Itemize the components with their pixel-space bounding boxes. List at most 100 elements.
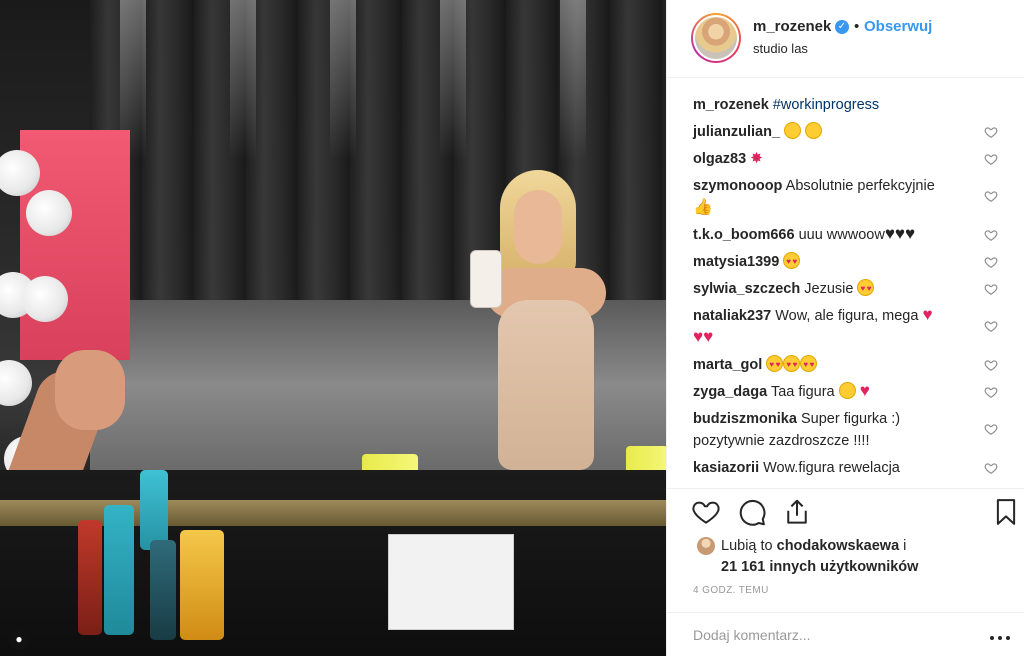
heart-eyes-emoji-icon bbox=[766, 355, 784, 373]
tagged-user-icon[interactable]: ● bbox=[8, 628, 30, 650]
comment-row: julianzulian_ bbox=[693, 121, 998, 143]
speech-bubble-icon[interactable] bbox=[737, 497, 767, 527]
comment-row: sylwia_szczech Jezusie bbox=[693, 278, 998, 300]
sparkling-heart-emoji-icon: ♥ bbox=[693, 327, 704, 346]
red-heart-emoji-icon: ♥ bbox=[859, 381, 870, 400]
photo-box bbox=[388, 534, 514, 630]
comment-like-heart-icon[interactable] bbox=[984, 152, 998, 166]
photo-bottle bbox=[104, 505, 134, 635]
comment-username[interactable]: nataliak237 bbox=[693, 308, 771, 324]
photo-person bbox=[486, 170, 616, 490]
comment-text: Wow.figura rewelacja bbox=[763, 460, 900, 476]
comment-text: Wow, ale figura, mega bbox=[775, 308, 919, 324]
comment-text: Taa figura bbox=[770, 384, 835, 400]
photo-spotlight bbox=[330, 0, 356, 160]
photo-bulb bbox=[26, 190, 72, 236]
heart-outline-icon[interactable] bbox=[691, 497, 721, 527]
bookmark-icon[interactable] bbox=[991, 497, 1021, 527]
grinning-emoji-icon bbox=[838, 382, 856, 399]
comment-text: uuu wwwoow bbox=[798, 227, 885, 243]
heart-eyes-emoji-icon bbox=[783, 355, 801, 373]
comment-like-heart-icon[interactable] bbox=[984, 385, 998, 399]
comment-row: t.k.o_boom666 uuu wwwoow♥♥♥ bbox=[693, 224, 998, 246]
comment-input[interactable] bbox=[693, 627, 973, 643]
add-comment-bar bbox=[667, 612, 1024, 656]
comment-like-heart-icon[interactable] bbox=[984, 422, 998, 436]
collision-emoji-icon: ✸ bbox=[750, 150, 763, 167]
photo-dress bbox=[498, 300, 594, 470]
comment-like-heart-icon[interactable] bbox=[984, 358, 998, 372]
comment-row: nataliak237 Wow, ale figura, mega ♥ ♥♥ bbox=[693, 305, 998, 349]
comment-username[interactable]: julianzulian_ bbox=[693, 124, 780, 140]
comment-like-heart-icon[interactable] bbox=[984, 319, 998, 333]
comment-username[interactable]: zyga_daga bbox=[693, 384, 767, 400]
photo-bottle bbox=[150, 540, 176, 640]
post-photo[interactable]: ● bbox=[0, 0, 666, 656]
laughing-emoji-icon bbox=[784, 122, 802, 139]
liker-avatar[interactable] bbox=[697, 537, 715, 555]
comment-like-heart-icon[interactable] bbox=[984, 228, 998, 242]
comment-like-heart-icon[interactable] bbox=[984, 282, 998, 296]
comment-username[interactable]: budziszmonika bbox=[693, 411, 797, 427]
laughing-emoji-icon bbox=[805, 122, 823, 139]
post-location[interactable]: studio las bbox=[753, 41, 808, 56]
comment-like-heart-icon[interactable] bbox=[984, 125, 998, 139]
comment-row: zyga_daga Taa figura ♥ bbox=[693, 381, 998, 403]
heart-eyes-emoji-icon bbox=[800, 355, 818, 373]
likes-prefix: Lubią to bbox=[721, 538, 773, 554]
black-heart-emoji-icon: ♥ bbox=[884, 224, 895, 243]
sparkling-heart-emoji-icon: ♥ bbox=[703, 327, 714, 346]
comment-username[interactable]: sylwia_szczech bbox=[693, 281, 800, 297]
black-heart-emoji-icon: ♥ bbox=[905, 224, 916, 243]
comment-row: kasiazorii Wow.figura rewelacja bbox=[693, 457, 998, 479]
share-arrow-icon[interactable] bbox=[782, 497, 812, 527]
comment-like-heart-icon[interactable] bbox=[984, 255, 998, 269]
comment-username[interactable]: kasiazorii bbox=[693, 460, 759, 476]
comment-row: budziszmonika Super figurka :) pozytywni… bbox=[693, 408, 998, 452]
caption-username[interactable]: m_rozenek bbox=[693, 97, 769, 113]
photo-face bbox=[514, 190, 562, 264]
heart-eyes-emoji-icon bbox=[857, 279, 875, 297]
photo-phone bbox=[470, 250, 502, 308]
likes-conjunction: i bbox=[903, 538, 907, 554]
comment-username[interactable]: olgaz83 bbox=[693, 151, 746, 167]
comment-username[interactable]: szymonooop bbox=[693, 178, 782, 194]
photo-hand bbox=[55, 350, 125, 430]
author-avatar[interactable] bbox=[691, 13, 741, 63]
comment-text: Jezusie bbox=[804, 281, 854, 297]
photo-bulb bbox=[0, 360, 32, 406]
post-header: m_rozenek ✓ • Obserwuj studio las bbox=[667, 0, 1024, 78]
post-timestamp[interactable]: 4 GODZ. TEMU bbox=[693, 585, 769, 596]
photo-bottle bbox=[180, 530, 224, 640]
photo-bulb bbox=[22, 276, 68, 322]
comments-list[interactable]: m_rozenek #workinprogress julianzulian_ … bbox=[667, 78, 1024, 488]
header-separator: • bbox=[854, 18, 860, 35]
comment-text: Absolutnie perfekcyjnie bbox=[785, 178, 935, 194]
likes-summary: Lubią to chodakowskaewa i 21 161 innych … bbox=[693, 536, 918, 578]
photo-bottle bbox=[140, 470, 168, 550]
caption-hashtag[interactable]: #workinprogress bbox=[773, 97, 879, 113]
heart-eyes-emoji-icon bbox=[783, 252, 801, 270]
post-side-panel: m_rozenek ✓ • Obserwuj studio las m_roze… bbox=[666, 0, 1024, 656]
ellipsis-icon[interactable] bbox=[988, 630, 1012, 640]
thumbs-up-emoji-icon: 👍 bbox=[693, 199, 713, 216]
comment-username[interactable]: matysia1399 bbox=[693, 254, 779, 270]
comment-row: marta_gol bbox=[693, 354, 998, 376]
liker-username[interactable]: chodakowskaewa bbox=[777, 538, 900, 554]
black-heart-emoji-icon: ♥ bbox=[894, 224, 905, 243]
photo-spotlight bbox=[230, 0, 256, 160]
follow-button[interactable]: Obserwuj bbox=[864, 18, 932, 35]
comment-username[interactable]: marta_gol bbox=[693, 357, 762, 373]
likes-count[interactable]: 21 161 innych użytkowników bbox=[721, 559, 918, 575]
verified-badge-icon: ✓ bbox=[835, 20, 849, 34]
author-username[interactable]: m_rozenek bbox=[753, 18, 831, 35]
comment-username[interactable]: t.k.o_boom666 bbox=[693, 227, 795, 243]
photo-spotlight bbox=[560, 0, 586, 160]
sparkling-heart-emoji-icon: ♥ bbox=[922, 305, 933, 324]
photo-bottle bbox=[78, 520, 102, 635]
caption: m_rozenek #workinprogress bbox=[693, 94, 998, 116]
comment-row: matysia1399 bbox=[693, 251, 998, 273]
comment-like-heart-icon[interactable] bbox=[984, 461, 998, 475]
photo-spotlight bbox=[440, 0, 466, 160]
comment-like-heart-icon[interactable] bbox=[984, 189, 998, 203]
